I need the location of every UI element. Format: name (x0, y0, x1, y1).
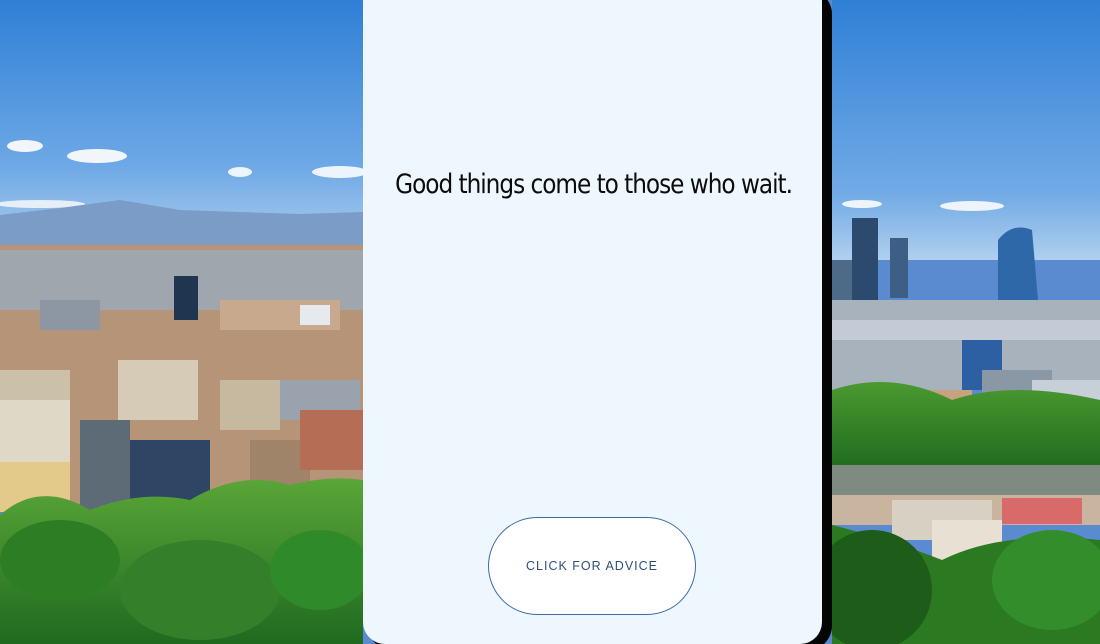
city-skyline-left-image (0, 0, 363, 644)
click-for-advice-button[interactable]: CLICK FOR ADVICE (488, 517, 696, 615)
advice-card: Good things come to those who wait. CLIC… (363, 0, 822, 644)
city-skyline-right-image (832, 0, 1100, 644)
background-photo-left (0, 0, 363, 644)
background-photo-right (832, 0, 1100, 644)
advice-text: Good things come to those who wait. (395, 169, 793, 200)
page: Good things come to those who wait. CLIC… (0, 0, 1100, 644)
